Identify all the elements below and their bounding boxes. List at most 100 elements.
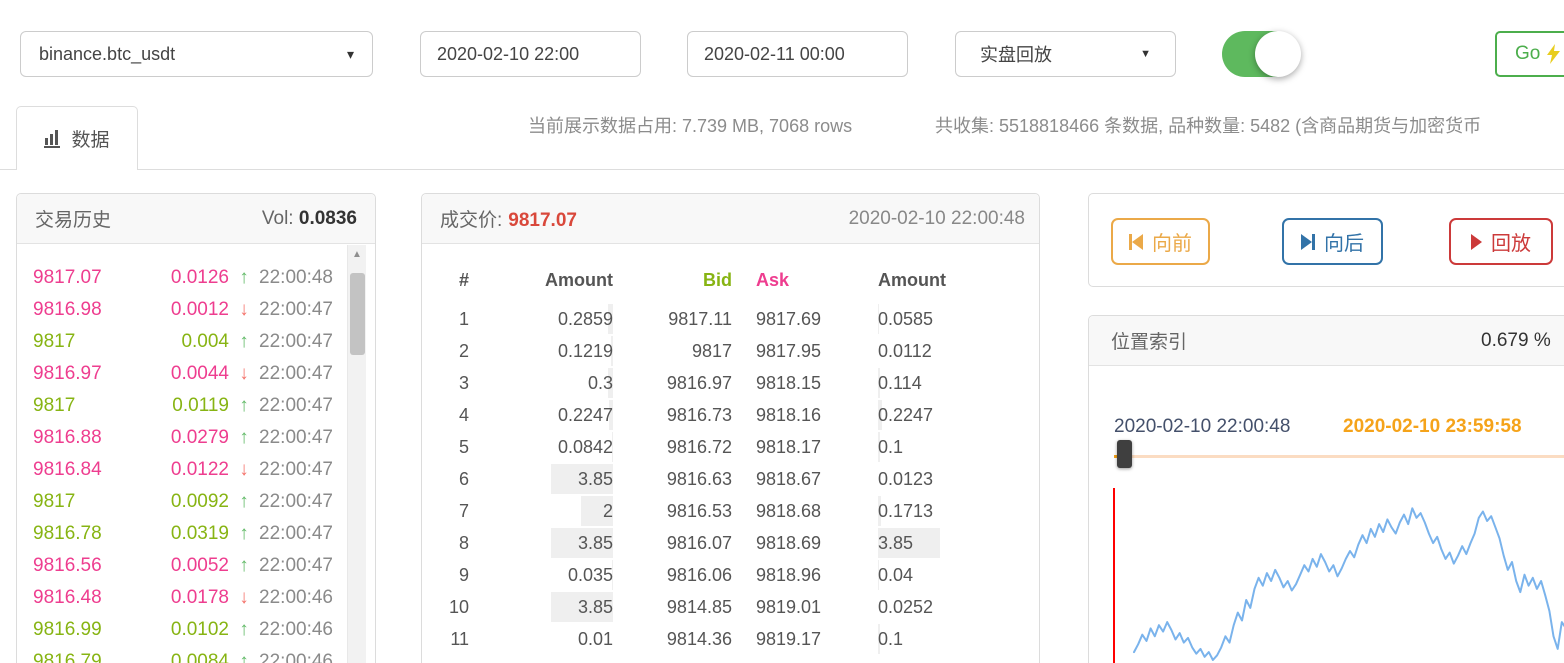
scrollbar-thumb[interactable] — [350, 273, 365, 355]
orderbook-bid-price: 9814.85 — [613, 591, 732, 623]
trade-amount: 0.0102 — [145, 619, 229, 641]
orderbook-ask-amount: 0.2247 — [878, 399, 1041, 431]
orderbook-row[interactable]: 83.859816.079818.693.85 — [422, 527, 1041, 559]
orderbook-ask-price: 9818.17 — [732, 431, 878, 463]
orderbook-ask-price: 9818.96 — [732, 559, 878, 591]
trade-row[interactable]: 9816.790.0084↑22:00:46 — [17, 646, 345, 663]
end-time-input[interactable] — [687, 31, 908, 77]
trade-down-arrow-icon: ↓ — [229, 587, 259, 609]
trade-time: 22:00:47 — [259, 427, 345, 449]
trade-up-arrow-icon: ↑ — [229, 491, 259, 513]
orderbook-row[interactable]: 50.08429816.729818.170.1 — [422, 431, 1041, 463]
bar-chart-icon — [44, 129, 63, 148]
orderbook-bid-amount: 0.035 — [469, 559, 613, 591]
skip-forward-icon — [1301, 234, 1315, 250]
orderbook-row-index: 10 — [422, 591, 469, 623]
trade-row[interactable]: 9816.980.0012↓22:00:47 — [17, 294, 345, 326]
orderbook-row[interactable]: 729816.539818.680.1713 — [422, 495, 1041, 527]
trade-price: 9816.78 — [33, 523, 145, 545]
step-back-button[interactable]: 向前 — [1111, 218, 1210, 265]
orderbook-row[interactable]: 20.121998179817.950.0112 — [422, 335, 1041, 367]
replay-mode-select[interactable]: 实盘回放 ▼ — [955, 31, 1176, 77]
col-header-index: # — [422, 245, 469, 303]
orderbook-row[interactable]: 40.22479816.739818.160.2247 — [422, 399, 1041, 431]
orderbook-row-index: 5 — [422, 431, 469, 463]
orderbook-bid-price: 9816.73 — [613, 399, 732, 431]
skip-back-icon — [1129, 234, 1143, 250]
orderbook-body: 10.28599817.119817.690.058520.1219981798… — [422, 303, 1041, 655]
trade-row[interactable]: 9816.990.0102↑22:00:46 — [17, 614, 345, 646]
orderbook-ask-price: 9818.69 — [732, 527, 878, 559]
trade-row[interactable]: 9816.970.0044↓22:00:47 — [17, 358, 345, 390]
replay-button[interactable]: 回放 — [1449, 218, 1553, 265]
trade-price: 9817.07 — [33, 267, 145, 289]
trade-row[interactable]: 98170.004↑22:00:47 — [17, 326, 345, 358]
orderbook-ask-price: 9818.16 — [732, 399, 878, 431]
trade-row[interactable]: 9816.480.0178↓22:00:46 — [17, 582, 345, 614]
trade-volume-label: Vol: — [262, 208, 299, 229]
tab-data[interactable]: 数据 — [16, 106, 138, 170]
orderbook-ask-amount: 0.1713 — [878, 495, 1041, 527]
last-price-value: 9817.07 — [508, 210, 577, 231]
range-start-timestamp: 2020-02-10 22:00:48 — [1114, 416, 1290, 438]
trade-row[interactable]: 98170.0092↑22:00:47 — [17, 486, 345, 518]
trade-time: 22:00:47 — [259, 523, 345, 545]
orderbook-bid-amount: 0.2247 — [469, 399, 613, 431]
orderbook-bid-price: 9816.53 — [613, 495, 732, 527]
trade-row[interactable]: 9816.840.0122↓22:00:47 — [17, 454, 345, 486]
trade-amount: 0.0092 — [145, 491, 229, 513]
orderbook-row[interactable]: 10.28599817.119817.690.0585 — [422, 303, 1041, 335]
scroll-up-arrow-icon[interactable]: ▲ — [348, 245, 366, 263]
position-chart[interactable] — [1101, 488, 1564, 663]
orderbook-row[interactable]: 63.859816.639818.670.0123 — [422, 463, 1041, 495]
replay-toggle[interactable] — [1222, 31, 1298, 77]
orderbook-ask-price: 9819.01 — [732, 591, 878, 623]
orderbook-header: 成交价:9817.07 2020-02-10 22:00:48 — [422, 194, 1039, 244]
position-slider-knob[interactable] — [1117, 440, 1132, 468]
orderbook-row[interactable]: 103.859814.859819.010.0252 — [422, 591, 1041, 623]
orderbook-bid-amount: 0.01 — [469, 623, 613, 655]
orderbook-ask-amount: 0.0123 — [878, 463, 1041, 495]
trade-row[interactable]: 9816.560.0052↑22:00:47 — [17, 550, 345, 582]
orderbook-bid-amount: 3.85 — [469, 591, 613, 623]
trade-amount: 0.0044 — [145, 363, 229, 385]
symbol-select[interactable]: binance.btc_usdt ▾ — [20, 31, 373, 77]
go-button[interactable]: Go — [1495, 31, 1564, 77]
trade-price: 9816.48 — [33, 587, 145, 609]
trade-price: 9816.97 — [33, 363, 145, 385]
orderbook-table: # Amount Bid Ask Amount 10.28599817.1198… — [422, 245, 1041, 655]
orderbook-ask-price: 9818.68 — [732, 495, 878, 527]
trade-up-arrow-icon: ↑ — [229, 427, 259, 449]
trade-up-arrow-icon: ↑ — [229, 395, 259, 417]
trade-row[interactable]: 9817.070.0126↑22:00:48 — [17, 262, 345, 294]
orderbook-row-index: 11 — [422, 623, 469, 655]
trade-row[interactable]: 98170.0119↑22:00:47 — [17, 390, 345, 422]
position-slider-track[interactable] — [1114, 455, 1564, 458]
orderbook-head: # Amount Bid Ask Amount — [422, 245, 1041, 303]
price-line-series — [1134, 508, 1564, 660]
trade-up-arrow-icon: ↑ — [229, 331, 259, 353]
trade-row[interactable]: 9816.880.0279↑22:00:47 — [17, 422, 345, 454]
orderbook-row[interactable]: 110.019814.369819.170.1 — [422, 623, 1041, 655]
orderbook-bid-amount: 3.85 — [469, 463, 613, 495]
position-index-panel: 位置索引 0.679 % 2020-02-10 22:00:48 2020-02… — [1088, 315, 1564, 663]
trade-list-scrollbar[interactable]: ▲ — [347, 245, 366, 663]
orderbook-row-index: 3 — [422, 367, 469, 399]
orderbook-row[interactable]: 30.39816.979818.150.114 — [422, 367, 1041, 399]
orderbook-ask-amount: 0.0252 — [878, 591, 1041, 623]
trade-amount: 0.0012 — [145, 299, 229, 321]
trade-price: 9816.99 — [33, 619, 145, 641]
start-time-input[interactable] — [420, 31, 641, 77]
trade-time: 22:00:47 — [259, 459, 345, 481]
status-collected-text: 共收集: 5518818466 条数据, 品种数量: 5482 (含商品期货与加… — [935, 112, 1481, 138]
trade-price: 9817 — [33, 331, 145, 353]
trade-row[interactable]: 9816.780.0319↑22:00:47 — [17, 518, 345, 550]
orderbook-bid-price: 9816.07 — [613, 527, 732, 559]
trade-time: 22:00:46 — [259, 651, 345, 663]
go-button-label: Go — [1515, 43, 1540, 65]
step-forward-button[interactable]: 向后 — [1282, 218, 1383, 265]
orderbook-row[interactable]: 90.0359816.069818.960.04 — [422, 559, 1041, 591]
chevron-down-icon: ▾ — [347, 46, 354, 63]
trade-price: 9816.56 — [33, 555, 145, 577]
orderbook-row-index: 6 — [422, 463, 469, 495]
